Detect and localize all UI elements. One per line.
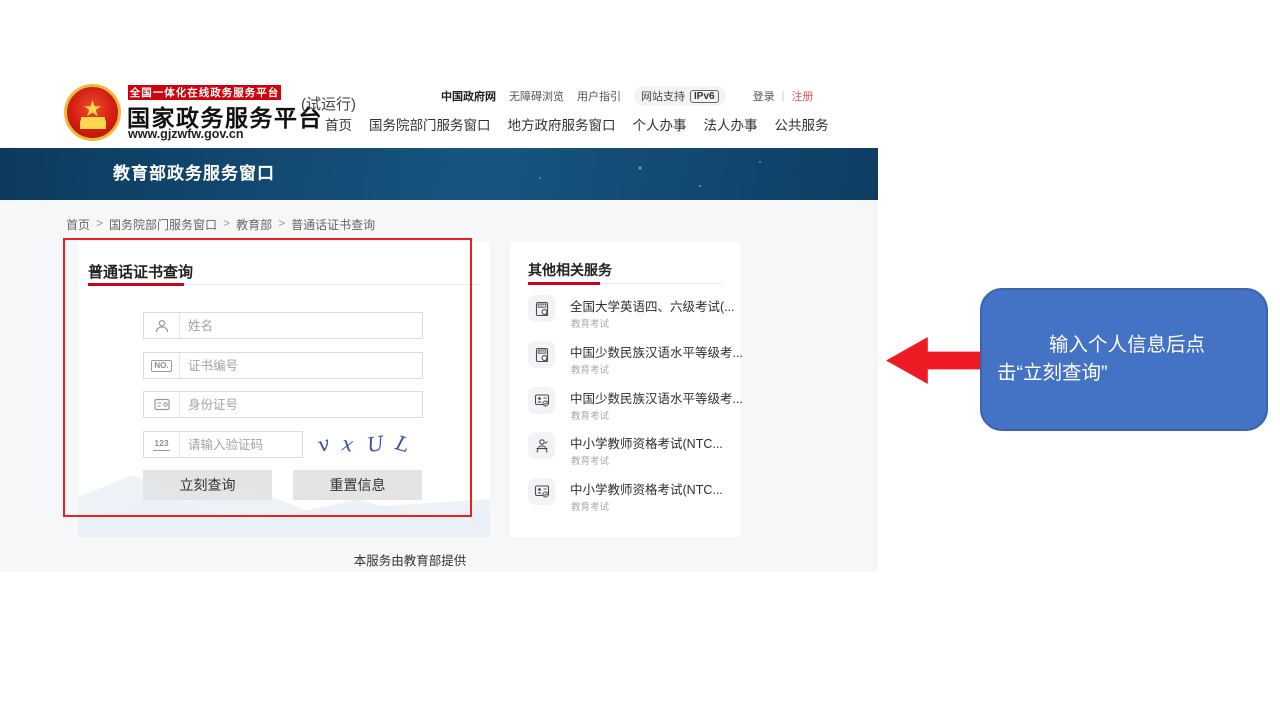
gov-site-link[interactable]: 中国政府网 [441, 88, 496, 104]
service-item-cet[interactable]: CET 全国大学英语四、六级考试(... 教育考试 [528, 295, 724, 335]
utility-bar: 中国政府网 无障碍浏览 用户指引 网站支持 IPv6 登录 | 注册 [441, 86, 813, 106]
department-banner: 教育部政务服务窗口 [0, 148, 878, 200]
webpage: ★ 全国一体化在线政务服务平台 国家政务服务平台 www.gjzwfw.gov.… [0, 0, 878, 572]
teacher-desk-icon [528, 432, 555, 459]
brand-top-banner: 全国一体化在线政务服务平台 [128, 85, 281, 100]
service-title: 中小学教师资格考试(NTC... [570, 433, 723, 452]
service-category: 教育考试 [571, 316, 609, 330]
service-title: 中国少数民族汉语水平等级考... [570, 388, 743, 407]
id-number-field [143, 391, 423, 418]
svg-text:CET: CET [539, 303, 545, 307]
svg-text:MHK: MHK [539, 349, 545, 353]
service-title: 中国少数民族汉语水平等级考... [570, 342, 743, 361]
nav-local-gov-windows[interactable]: 地方政府服务窗口 [508, 114, 616, 134]
name-input[interactable] [180, 313, 422, 338]
captcha-char: L [393, 431, 412, 458]
title-underline [528, 282, 600, 285]
related-services-card: 其他相关服务 CET 全国大学英语四、六级考试(... 教育考试 MHK 中国少… [510, 242, 740, 537]
breadcrumb-moe[interactable]: 教育部 [236, 216, 272, 233]
main-nav: 首页 国务院部门服务窗口 地方政府服务窗口 个人办事 法人办事 公共服务 [325, 114, 829, 134]
id-card-icon [144, 392, 180, 417]
certificate-no-field: NO. [143, 352, 423, 379]
form-title: 普通话证书查询 [88, 261, 193, 282]
user-icon [144, 313, 180, 338]
service-title: 中小学教师资格考试(NTC... [570, 479, 723, 498]
service-title: 全国大学英语四、六级考试(... [570, 296, 735, 315]
service-category: 教育考试 [571, 362, 609, 376]
service-item-ntce-1[interactable]: 中小学教师资格考试(NTC... 教育考试 [528, 432, 724, 472]
content-area: 首页 > 国务院部门服务窗口 > 教育部 > 普通话证书查询 普通话证书查询 N… [0, 200, 878, 572]
site-url: www.gjzwfw.gov.cn [128, 127, 244, 141]
department-banner-title: 教育部政务服务窗口 [113, 148, 275, 200]
doc-search-icon: CET [528, 295, 555, 322]
callout-arrow-icon [886, 337, 981, 384]
ipv6-support-badge: 网站支持 IPv6 [634, 86, 726, 106]
id-badge-check-icon [528, 387, 555, 414]
breadcrumb-separator: > [223, 216, 230, 233]
nav-legal-affairs[interactable]: 法人办事 [704, 114, 758, 134]
captcha-123-icon: 123 [144, 432, 180, 457]
emblem-star-icon: ★ [83, 98, 103, 120]
doc-search-icon: MHK [528, 341, 555, 368]
nav-public-services[interactable]: 公共服务 [775, 114, 829, 134]
query-form-card: 普通话证书查询 NO. [78, 242, 490, 537]
captcha-char: x [341, 431, 356, 456]
breadcrumb-home[interactable]: 首页 [66, 216, 90, 233]
trial-run-label: (试运行) [301, 93, 356, 114]
service-item-mhk-2[interactable]: 中国少数民族汉语水平等级考... 教育考试 [528, 387, 724, 427]
service-category: 教育考试 [571, 453, 609, 467]
ipv6-label: IPv6 [690, 90, 719, 103]
id-badge-check-icon [528, 478, 555, 505]
national-emblem-logo: ★ [64, 84, 121, 141]
callout-text: 输入个人信息后点击“立刻查询” [982, 332, 1266, 387]
service-item-ntce-2[interactable]: 中小学教师资格考试(NTC... 教育考试 [528, 478, 724, 518]
register-link[interactable]: 注册 [791, 88, 813, 104]
certificate-no-icon: NO. [144, 353, 180, 378]
nav-personal-affairs[interactable]: 个人办事 [633, 114, 687, 134]
captcha-char: v [315, 431, 332, 457]
captcha-char: U [365, 431, 385, 457]
emblem-gate-icon [80, 120, 106, 129]
accessibility-link[interactable]: 无障碍浏览 [509, 88, 564, 104]
login-divider: | [782, 90, 785, 102]
service-category: 教育考试 [571, 499, 609, 513]
callout-box: 输入个人信息后点击“立刻查询” [980, 288, 1268, 431]
login-link[interactable]: 登录 [753, 88, 775, 104]
service-item-mhk-1[interactable]: MHK 中国少数民族汉语水平等级考... 教育考试 [528, 341, 724, 381]
captcha-image[interactable]: v x U L [318, 428, 438, 460]
breadcrumb-current-page: 普通话证书查询 [291, 216, 375, 233]
breadcrumb-separator: > [278, 216, 285, 233]
nav-state-council-windows[interactable]: 国务院部门服务窗口 [369, 114, 491, 134]
mountain-watermark [78, 459, 490, 537]
id-number-input[interactable] [180, 392, 422, 417]
user-guide-link[interactable]: 用户指引 [577, 88, 621, 104]
name-field [143, 312, 423, 339]
nav-home[interactable]: 首页 [325, 114, 352, 134]
related-services-title: 其他相关服务 [528, 260, 612, 280]
certificate-no-input[interactable] [180, 353, 422, 378]
breadcrumb-separator: > [96, 216, 103, 233]
breadcrumb: 首页 > 国务院部门服务窗口 > 教育部 > 普通话证书查询 [66, 216, 375, 233]
service-category: 教育考试 [571, 408, 609, 422]
breadcrumb-state-council[interactable]: 国务院部门服务窗口 [109, 216, 217, 233]
title-underline [88, 283, 184, 286]
captcha-field: 123 [143, 431, 303, 458]
service-provider-note: 本服务由教育部提供 [0, 550, 820, 569]
site-support-label: 网站支持 [641, 88, 685, 104]
